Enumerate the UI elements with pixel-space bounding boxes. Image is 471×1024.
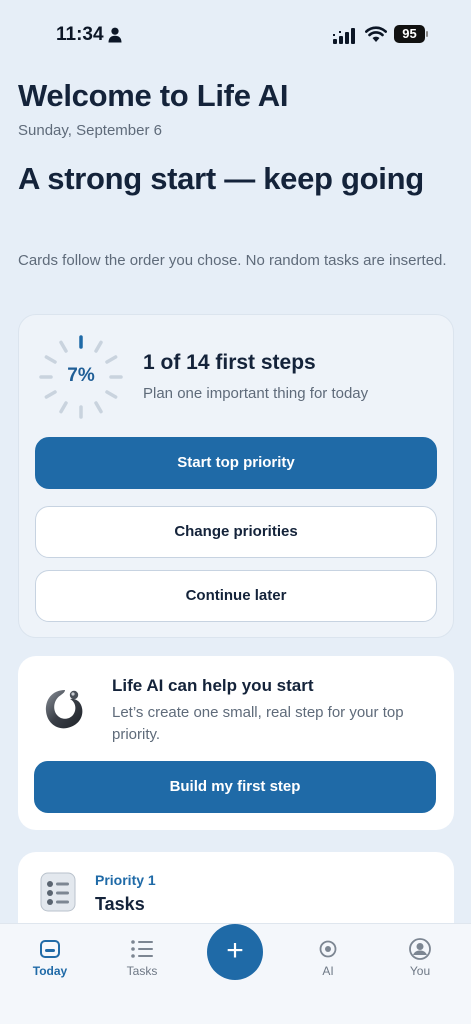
ai-card-title: Life AI can help you start bbox=[112, 676, 314, 695]
battery-indicator: 95 bbox=[394, 25, 425, 43]
life-ai-logo-icon bbox=[45, 690, 83, 729]
tab-tasks-label: Tasks bbox=[126, 964, 158, 978]
checklist-icon bbox=[40, 872, 76, 912]
status-time: 11:34 bbox=[56, 24, 104, 45]
tab-you-label: You bbox=[409, 964, 431, 978]
progress-tick bbox=[105, 355, 118, 364]
tab-today[interactable]: Today bbox=[15, 938, 85, 978]
progress-tick bbox=[94, 340, 103, 353]
priority-label: Priority 1 bbox=[95, 872, 156, 888]
tab-tasks[interactable]: Tasks bbox=[107, 938, 177, 978]
tab-you[interactable]: You bbox=[385, 938, 455, 978]
progress-card: 7% 1 of 14 first steps Plan one importan… bbox=[18, 314, 454, 638]
tab-ai-label: AI bbox=[322, 964, 334, 978]
tab-today-label: Today bbox=[32, 964, 68, 978]
battery-cap bbox=[426, 31, 428, 37]
build-first-step-button[interactable]: Build my first step bbox=[34, 761, 436, 813]
list-icon bbox=[131, 940, 153, 958]
priority-name: Tasks bbox=[95, 894, 145, 914]
signal-icon bbox=[333, 28, 355, 44]
tab-ai[interactable]: AI bbox=[293, 938, 363, 978]
person-icon bbox=[108, 27, 122, 43]
wifi-icon bbox=[365, 26, 387, 42]
start-top-priority-button[interactable]: Start top priority bbox=[35, 437, 437, 489]
status-bar: 11:34 95 bbox=[0, 0, 471, 70]
steps-subtitle: Plan one important thing for today bbox=[143, 385, 369, 402]
progress-percent: 7% bbox=[67, 365, 95, 386]
ai-help-card: Life AI can help you start Let’s create … bbox=[18, 656, 454, 830]
progress-tick bbox=[94, 401, 103, 414]
progress-tick bbox=[105, 390, 118, 399]
profile-icon bbox=[409, 938, 431, 960]
current-date: Sunday, September 6 bbox=[18, 122, 162, 139]
ai-icon bbox=[319, 940, 337, 958]
hero-subtext: Cards follow the order you chose. No ran… bbox=[18, 252, 447, 269]
progress-tick bbox=[44, 390, 57, 399]
steps-title: 1 of 14 first steps bbox=[143, 351, 316, 374]
hero-headline: A strong start — keep going bbox=[18, 161, 424, 196]
ai-card-description: Let’s create one small, real step for yo… bbox=[112, 704, 404, 743]
change-priorities-button[interactable]: Change priorities bbox=[35, 506, 437, 558]
today-icon bbox=[40, 940, 60, 958]
progress-tick bbox=[59, 401, 68, 414]
progress-tick bbox=[59, 340, 68, 353]
page-title: Welcome to Life AI bbox=[18, 78, 289, 113]
continue-later-button[interactable]: Continue later bbox=[35, 570, 437, 622]
add-button[interactable]: + bbox=[207, 924, 263, 980]
tab-bar: Today Tasks + AI You bbox=[0, 923, 471, 1024]
progress-tick bbox=[44, 355, 57, 364]
